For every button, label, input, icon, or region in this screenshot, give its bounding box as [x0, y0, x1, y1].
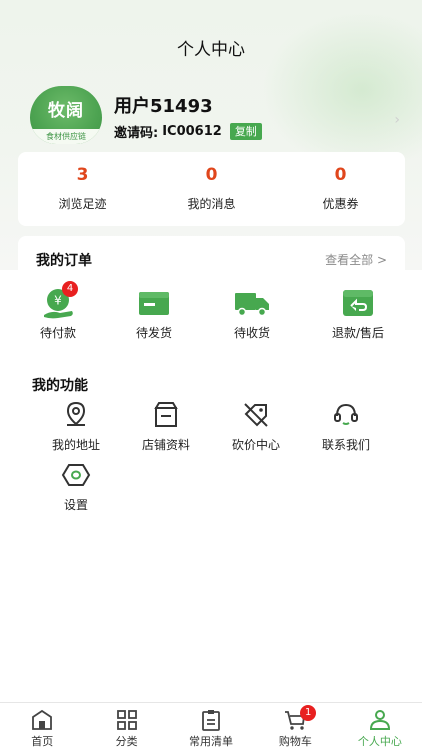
- tab-label: 购物车: [278, 735, 312, 748]
- bottom-tab-bar: 首页 分类 常用清单 1 购物车 个人中心: [0, 702, 422, 750]
- view-all-orders-link[interactable]: 查看全部 >: [325, 251, 387, 268]
- stats-card: 3 浏览足迹 0 我的消息 0 优惠券: [18, 152, 405, 226]
- page-title: 个人中心: [177, 40, 245, 60]
- order-pending-receipt[interactable]: 待收货: [212, 286, 292, 341]
- list-icon: [199, 709, 223, 731]
- order-pending-shipment[interactable]: 待发货: [114, 286, 194, 341]
- category-icon: [115, 709, 139, 731]
- tab-cart[interactable]: 1 购物车: [253, 703, 337, 750]
- order-label: 待发货: [135, 326, 172, 340]
- invite-code: IC00612: [162, 124, 222, 139]
- bargain-tag-icon: [241, 400, 271, 430]
- svg-text:¥: ¥: [54, 294, 62, 308]
- invite-row: 邀请码: IC00612 复制: [114, 122, 262, 141]
- refund-icon: [338, 286, 378, 320]
- stat-value: 3: [76, 165, 89, 185]
- function-settings[interactable]: 设置: [36, 460, 116, 513]
- order-label: 待收货: [233, 326, 270, 340]
- payment-icon: ¥ 4: [38, 281, 78, 320]
- chevron-right-icon[interactable]: ›: [394, 112, 400, 128]
- cart-badge: 1: [300, 705, 317, 721]
- stat-label: 我的消息: [187, 197, 236, 211]
- stat-browse-history[interactable]: 3 浏览足迹: [18, 152, 147, 226]
- order-refund-aftersale[interactable]: 退款/售后: [318, 286, 398, 341]
- tab-category[interactable]: 分类: [84, 703, 168, 750]
- person-icon: [368, 709, 392, 731]
- settings-icon: [61, 460, 91, 490]
- tab-label: 常用清单: [189, 735, 234, 748]
- tab-frequent-list[interactable]: 常用清单: [169, 703, 253, 750]
- package-icon: [134, 286, 174, 320]
- stat-label: 浏览足迹: [58, 197, 107, 211]
- stat-coupons[interactable]: 0 优惠券: [276, 152, 405, 226]
- copy-button[interactable]: 复制: [229, 123, 262, 140]
- function-label: 我的地址: [51, 438, 100, 452]
- order-label: 待付款: [39, 326, 76, 340]
- avatar-logo-text: 牧阔: [48, 101, 84, 121]
- order-label: 退款/售后: [331, 326, 385, 340]
- function-label: 砍价中心: [231, 438, 280, 452]
- orders-card: 我的订单 查看全部 > ¥ 4 待付款 待发货 待收货 退款/售后: [18, 236, 405, 346]
- tab-label: 分类: [115, 735, 138, 748]
- tab-label: 首页: [31, 735, 54, 748]
- tab-label: 个人中心: [357, 735, 402, 748]
- username: 用户51493: [114, 96, 213, 117]
- avatar-logo-subtext: 食材供应链: [30, 129, 102, 144]
- tab-personal-center[interactable]: 个人中心: [338, 703, 422, 750]
- stat-value: 0: [205, 165, 218, 185]
- home-icon: [30, 709, 54, 731]
- stat-messages[interactable]: 0 我的消息: [147, 152, 276, 226]
- orders-title: 我的订单: [36, 253, 92, 269]
- function-my-address[interactable]: 我的地址: [36, 400, 116, 453]
- function-store-info[interactable]: 店铺资料: [126, 400, 206, 453]
- function-contact-us[interactable]: 联系我们: [306, 400, 386, 453]
- order-badge: 4: [62, 281, 78, 297]
- avatar[interactable]: 牧阔 食材供应链: [30, 86, 102, 144]
- tab-home[interactable]: 首页: [0, 703, 84, 750]
- order-pending-payment[interactable]: ¥ 4 待付款: [18, 281, 98, 341]
- store-icon: [151, 400, 181, 430]
- stat-label: 优惠券: [322, 197, 359, 211]
- invite-label: 邀请码:: [114, 126, 159, 141]
- headset-icon: [331, 400, 361, 430]
- location-icon: [61, 400, 91, 430]
- function-label: 联系我们: [321, 438, 370, 452]
- truck-icon: [232, 286, 272, 320]
- stat-value: 0: [334, 165, 347, 185]
- function-bargain-center[interactable]: 砍价中心: [216, 400, 296, 453]
- function-label: 店铺资料: [141, 438, 190, 452]
- functions-title: 我的功能: [32, 378, 88, 394]
- function-label: 设置: [63, 498, 88, 512]
